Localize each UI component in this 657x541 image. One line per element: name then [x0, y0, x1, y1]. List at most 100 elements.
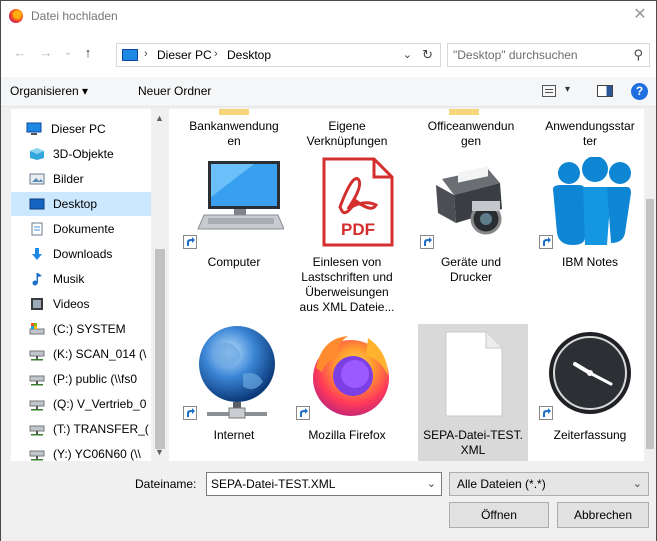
sidebar-item-network-drive-p[interactable]: (P:) public (\\fs0	[11, 367, 151, 391]
chevron-down-icon[interactable]: ⌄	[427, 477, 436, 490]
pc-icon	[26, 122, 42, 135]
chevron-down-icon[interactable]: ⌄	[633, 477, 642, 490]
firefox-icon	[313, 336, 389, 416]
breadcrumb-desktop[interactable]: Desktop	[227, 48, 271, 62]
sidebar-item-network-drive-k[interactable]: (K:) SCAN_014 (\	[11, 342, 151, 366]
downloads-icon	[32, 248, 42, 260]
sidebar-item-network-drive-t[interactable]: (T:) TRANSFER_(	[11, 417, 151, 441]
up-button[interactable]: ↑	[79, 44, 97, 62]
breadcrumb-separator: ›	[144, 48, 148, 60]
filename-combobox[interactable]: ⌄	[206, 472, 442, 496]
list-item[interactable]: Eigene Verknüpfungen	[292, 119, 402, 159]
shortcut-arrow-icon	[183, 235, 197, 249]
3d-objects-icon	[30, 148, 44, 160]
pdf-icon: PDF	[322, 157, 394, 247]
list-item[interactable]: Bankanwendung en	[179, 119, 289, 159]
music-icon	[32, 273, 42, 286]
sidebar-item-label: Downloads	[53, 247, 113, 261]
preview-pane-icon[interactable]	[597, 85, 613, 97]
sidebar-item-network-drive-y[interactable]: (Y:) YC06N60 (\\	[11, 442, 151, 461]
file-list-scrollbar[interactable]	[644, 109, 656, 461]
list-item[interactable]: Geräte und Drucker	[416, 157, 526, 284]
file-label: SEPA-Datei-TEST. XML	[423, 428, 523, 457]
printer-icon	[436, 166, 502, 235]
organize-button[interactable]: Organisieren ▾	[10, 84, 88, 98]
sidebar-item-downloads[interactable]: Downloads	[11, 242, 151, 266]
file-label: Anwendungsstar ter	[545, 119, 635, 148]
sidebar-item-system-drive[interactable]: (C:) SYSTEM	[11, 317, 151, 341]
pictures-icon	[29, 173, 45, 185]
scrollbar-thumb[interactable]	[155, 249, 165, 449]
search-input[interactable]	[453, 47, 623, 63]
cancel-button[interactable]: Abbrechen	[557, 502, 649, 528]
sidebar-item-desktop[interactable]: Desktop	[11, 192, 151, 216]
file-label: Geräte und Drucker	[440, 255, 502, 284]
list-item[interactable]: IBM Notes	[535, 157, 644, 269]
file-label: Internet	[213, 428, 255, 442]
breadcrumb-this-pc[interactable]: Dieser PC	[157, 48, 212, 62]
scrollbar-thumb[interactable]	[646, 199, 654, 449]
sidebar-item-3d-objects[interactable]: 3D-Objekte	[11, 142, 151, 166]
desktop-icon	[29, 198, 45, 210]
system-drive-icon	[29, 323, 45, 335]
file-label: Mozilla Firefox	[308, 428, 386, 442]
list-item[interactable]: Officeanwendun gen	[416, 119, 526, 159]
globe-icon	[199, 326, 275, 419]
view-dropdown-icon[interactable]: ▾	[565, 84, 570, 95]
list-item[interactable]: PDF Einlesen von Lastschriften und Überwei…	[292, 157, 402, 322]
open-button[interactable]: Öffnen	[449, 502, 549, 528]
new-folder-button[interactable]: Neuer Ordner	[138, 84, 211, 98]
close-button[interactable]: ✕	[630, 5, 650, 25]
ibm-notes-icon	[553, 157, 631, 245]
documents-icon	[31, 222, 43, 236]
sidebar-item-music[interactable]: Musik	[11, 267, 151, 291]
command-bar: Organisieren ▾ Neuer Ordner ▾ ?	[1, 77, 656, 107]
list-item[interactable]: Computer	[179, 157, 289, 269]
title-bar: Datei hochladen ✕	[1, 1, 656, 31]
breadcrumb-separator: ›	[214, 48, 218, 60]
sidebar-item-pictures[interactable]: Bilder	[11, 167, 151, 191]
list-item[interactable]: Internet	[179, 324, 289, 449]
shortcut-arrow-icon	[539, 406, 553, 420]
scroll-down-icon[interactable]: ▼	[155, 447, 164, 457]
filetype-value: Alle Dateien (*.*)	[457, 477, 546, 491]
sidebar-item-label: Videos	[53, 297, 90, 311]
file-label: Einlesen von Lastschriften und Überweisung…	[299, 255, 395, 314]
address-dropdown-icon[interactable]: ⌄	[403, 48, 412, 61]
list-item[interactable]: Zeiterfassung	[535, 324, 644, 449]
recent-locations-button[interactable]: ⌄	[59, 44, 77, 62]
file-label: IBM Notes	[561, 255, 618, 269]
sidebar-item-videos[interactable]: Videos	[11, 292, 151, 316]
help-icon[interactable]: ?	[631, 83, 648, 100]
search-box[interactable]: ⚲	[447, 43, 650, 67]
back-button[interactable]: ←	[11, 44, 29, 62]
network-drive-icon	[29, 425, 45, 436]
sidebar-item-documents[interactable]: Dokumente	[11, 217, 151, 241]
address-bar[interactable]: › Dieser PC › Desktop ⌄ ↻	[116, 43, 441, 67]
refresh-icon[interactable]: ↻	[422, 47, 433, 63]
scroll-up-icon[interactable]: ▲	[155, 113, 164, 123]
filetype-select[interactable]: Alle Dateien (*.*) ⌄	[449, 472, 649, 496]
forward-button[interactable]: →	[37, 44, 55, 62]
navigation-scrollbar[interactable]: ▲ ▼	[151, 109, 169, 461]
sidebar-item-label: Dokumente	[53, 222, 115, 236]
list-item-selected[interactable]: SEPA-Datei-TEST. XML	[418, 324, 528, 461]
sidebar-item-label: (K:) SCAN_014 (\	[53, 347, 147, 361]
sidebar-item-network-drive-q[interactable]: (Q:) V_Vertrieb_0	[11, 392, 151, 416]
view-options-icon[interactable]	[542, 85, 556, 97]
network-drive-icon	[29, 375, 45, 386]
sidebar-item-this-pc[interactable]: Dieser PC	[11, 117, 151, 141]
shortcut-arrow-icon	[420, 235, 434, 249]
shortcut-arrow-icon	[296, 406, 310, 420]
network-drive-icon	[29, 350, 45, 361]
filename-input[interactable]	[211, 476, 416, 492]
list-item[interactable]: Mozilla Firefox	[292, 324, 402, 449]
file-upload-dialog: Datei hochladen ✕ ← → ⌄ ↑ › Dieser PC › …	[0, 0, 657, 541]
document-icon	[445, 331, 503, 417]
sidebar-item-label: 3D-Objekte	[53, 147, 114, 161]
dialog-footer: Dateiname: ⌄ Alle Dateien (*.*) ⌄ Öffnen…	[1, 461, 656, 541]
firefox-app-icon	[9, 9, 23, 23]
list-item[interactable]: Anwendungsstar ter	[535, 119, 644, 159]
search-icon[interactable]: ⚲	[633, 47, 643, 63]
pc-icon	[122, 49, 138, 61]
